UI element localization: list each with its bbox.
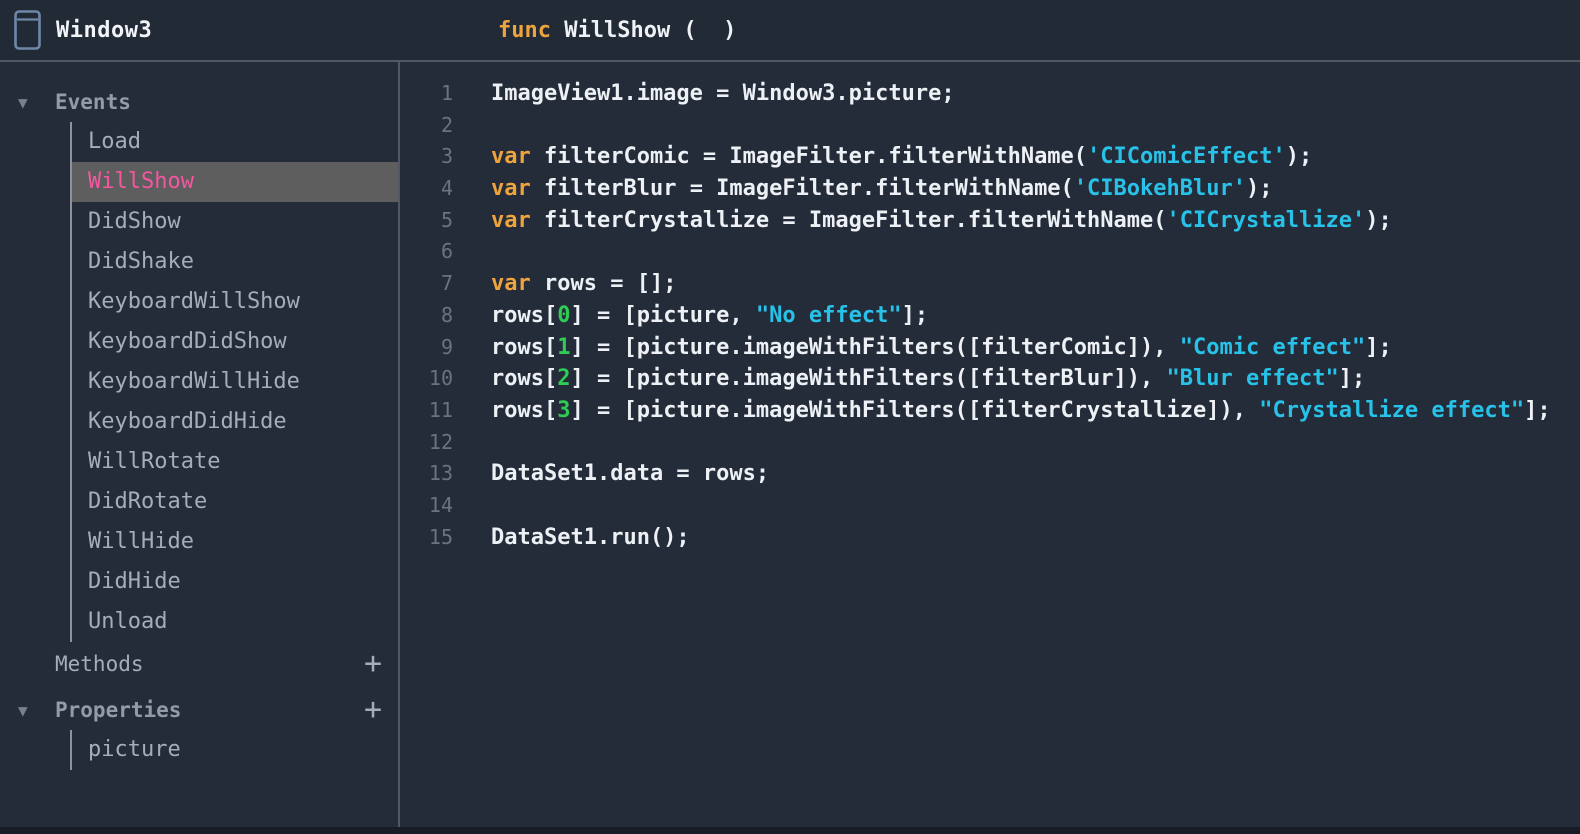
code-text: rows[2] = [picture.imageWithFilters([fil…: [491, 366, 1366, 392]
methods-section-label: Methods: [55, 652, 144, 676]
line-number: 13: [428, 461, 453, 486]
sidebar-item-unload[interactable]: Unload: [72, 602, 398, 642]
func-keyword: func: [498, 17, 551, 43]
code-text: var filterCrystallize = ImageFilter.filt…: [491, 207, 1392, 233]
line-number: 4: [440, 176, 453, 201]
main-split: ▼ Events Load WillShow DidShow DidShake Keyb…: [0, 62, 1580, 834]
sidebar-item-willshow[interactable]: WillShow: [72, 162, 398, 202]
code-line[interactable]: 8 rows[0] = [picture, "No effect"];: [400, 300, 1580, 332]
properties-section-label: Properties: [55, 698, 182, 722]
code-text: rows[1] = [picture.imageWithFilters([fil…: [491, 334, 1392, 360]
line-number: 10: [428, 366, 453, 391]
add-method-button[interactable]: +: [364, 649, 382, 679]
sidebar-item-picture[interactable]: picture: [72, 730, 398, 770]
code-line[interactable]: 3 var filterComic = ImageFilter.filterWit…: [400, 141, 1580, 173]
code-line[interactable]: 15 DataSet1.run();: [400, 522, 1580, 554]
line-number: 14: [428, 492, 453, 517]
events-section-label: Events: [55, 90, 131, 114]
chevron-down-icon[interactable]: ▼: [18, 93, 55, 112]
code-text: var filterBlur = ImageFilter.filterWithN…: [491, 176, 1273, 202]
code-text: DataSet1.data = rows;: [491, 461, 770, 487]
code-text: rows[0] = [picture, "No effect"];: [491, 302, 929, 328]
chevron-down-icon[interactable]: ▼: [18, 701, 55, 720]
sidebar-item-didhide[interactable]: DidHide: [72, 562, 398, 602]
sidebar-item-willhide[interactable]: WillHide: [72, 522, 398, 562]
code-text: ImageView1.image = Window3.picture;: [491, 81, 955, 106]
code-text: var filterComic = ImageFilter.filterWith…: [491, 144, 1313, 170]
add-property-button[interactable]: +: [364, 695, 382, 725]
sidebar-item-willrotate[interactable]: WillRotate: [72, 442, 398, 482]
code-line[interactable]: 2: [400, 110, 1580, 142]
line-number: 5: [440, 207, 453, 232]
sidebar-item-didrotate[interactable]: DidRotate: [72, 482, 398, 522]
code-line[interactable]: 11 rows[3] = [picture.imageWithFilters([f…: [400, 395, 1580, 427]
properties-tree: picture: [70, 730, 398, 770]
code-line[interactable]: 9 rows[1] = [picture.imageWithFilters([fi…: [400, 332, 1580, 364]
line-number: 7: [440, 271, 453, 296]
line-number: 12: [428, 429, 453, 454]
code-text: var rows = [];: [491, 271, 677, 297]
code-line[interactable]: 5 var filterCrystallize = ImageFilter.fil…: [400, 205, 1580, 237]
sidebar-item-didshake[interactable]: DidShake: [72, 242, 398, 282]
line-number: 15: [428, 524, 453, 549]
sidebar-item-keyboardwillshow[interactable]: KeyboardWillShow: [72, 282, 398, 322]
code-line[interactable]: 7 var rows = [];: [400, 268, 1580, 300]
code-text: DataSet1.run();: [491, 524, 690, 550]
code-line[interactable]: 12: [400, 427, 1580, 459]
sidebar-item-keyboarddidhide[interactable]: KeyboardDidHide: [72, 402, 398, 442]
line-number: 8: [440, 302, 453, 327]
window-title: Window3: [56, 17, 153, 43]
code-line[interactable]: 4 var filterBlur = ImageFilter.filterWith…: [400, 173, 1580, 205]
code-text: rows[3] = [picture.imageWithFilters([fil…: [491, 397, 1551, 423]
sidebar-item-didshow[interactable]: DidShow: [72, 202, 398, 242]
title-bar: Window3 func WillShow ( ): [0, 0, 1580, 62]
methods-section-header[interactable]: Methods +: [0, 644, 398, 684]
line-number: 3: [440, 144, 453, 169]
code-line[interactable]: 10 rows[2] = [picture.imageWithFilters([f…: [400, 363, 1580, 395]
sidebar-item-keyboardwillhide[interactable]: KeyboardWillHide: [72, 362, 398, 402]
line-number: 11: [428, 397, 453, 422]
func-name: WillShow ( ): [550, 17, 737, 43]
line-number: 9: [440, 334, 453, 359]
line-number: 6: [440, 239, 453, 264]
code-line[interactable]: 6: [400, 236, 1580, 268]
window-bottom-edge: [0, 827, 1580, 834]
code-line[interactable]: 1 ImageView1.image = Window3.picture;: [400, 78, 1580, 110]
properties-section-header[interactable]: ▼ Properties +: [0, 690, 398, 730]
code-editor[interactable]: 1 ImageView1.image = Window3.picture; 2 3 va…: [400, 62, 1580, 834]
window-icon: [14, 10, 41, 50]
sidebar-item-load[interactable]: Load: [72, 122, 398, 162]
events-section-header[interactable]: ▼ Events: [0, 82, 398, 122]
line-number: 1: [440, 81, 453, 105]
code-line[interactable]: 13 DataSet1.data = rows;: [400, 458, 1580, 490]
sidebar: ▼ Events Load WillShow DidShow DidShake Keyb…: [0, 62, 400, 834]
app-window: Window3 func WillShow ( ) ▼ Events Load W…: [0, 0, 1580, 834]
code-line[interactable]: 14: [400, 490, 1580, 522]
function-signature: func WillShow ( ): [498, 0, 736, 60]
sidebar-item-keyboarddidshow[interactable]: KeyboardDidShow: [72, 322, 398, 362]
events-tree: Load WillShow DidShow DidShake KeyboardWillS…: [70, 122, 398, 642]
line-number: 2: [440, 112, 453, 137]
